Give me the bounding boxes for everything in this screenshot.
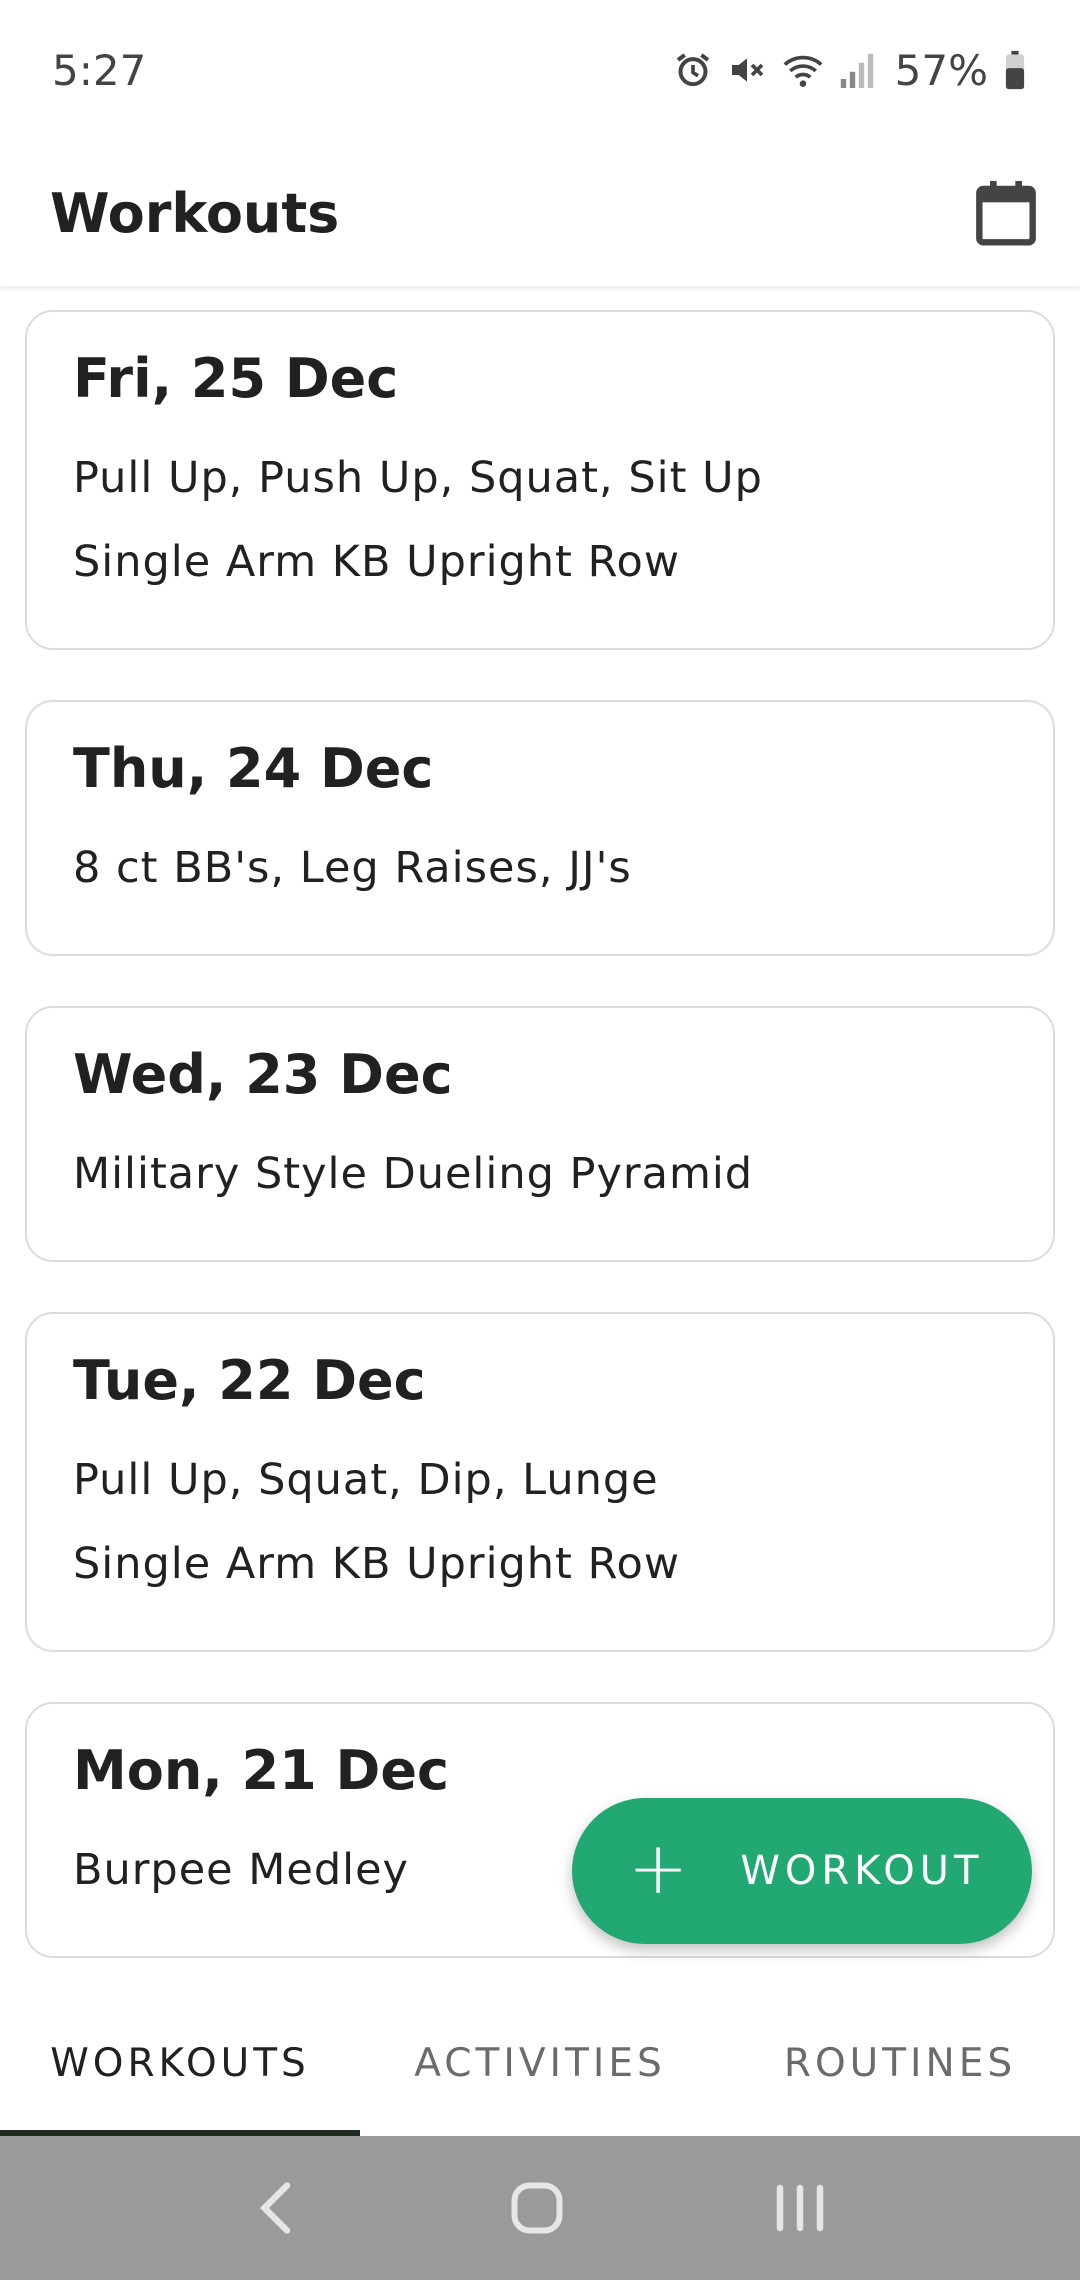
status-icons: 57% [673,46,1028,95]
home-icon[interactable] [507,2178,567,2238]
bottom-tabs: WORKOUTS ACTIVITIES ROUTINES [0,1990,1080,2136]
add-workout-button[interactable]: + WORKOUT [572,1798,1032,1944]
screen: 5:27 57% Workouts Fri, 25 Dec Pull Up, P… [0,0,1080,2280]
workout-exercises: Pull Up, Squat, Dip, Lunge [73,1455,659,1505]
plus-icon: + [628,1826,689,1910]
wifi-icon [781,50,825,90]
alarm-icon [673,50,713,90]
system-nav-bar [0,2136,1080,2280]
workout-date: Tue, 22 Dec [73,1349,426,1412]
battery-icon [1002,50,1028,90]
workout-exercises: Pull Up, Push Up, Squat, Sit Up [73,453,763,503]
recents-icon[interactable] [772,2178,828,2238]
workout-date: Thu, 24 Dec [73,737,434,800]
workout-card[interactable]: Fri, 25 Dec Pull Up, Push Up, Squat, Sit… [25,310,1055,650]
workout-exercises: 8 ct BB's, Leg Raises, JJ's [73,843,632,893]
add-workout-label: WORKOUT [740,1848,984,1894]
tab-routines[interactable]: ROUTINES [720,1990,1080,2136]
status-time: 5:27 [52,45,147,95]
workout-date: Wed, 23 Dec [73,1043,453,1106]
page-title: Workouts [50,181,340,245]
workout-card[interactable]: Thu, 24 Dec 8 ct BB's, Leg Raises, JJ's [25,700,1055,956]
calendar-icon[interactable] [970,177,1042,249]
app-bar: Workouts [0,140,1080,286]
tab-activities[interactable]: ACTIVITIES [360,1990,720,2136]
workout-exercises: Military Style Dueling Pyramid [73,1149,754,1199]
tab-workouts[interactable]: WORKOUTS [0,1990,360,2136]
back-icon[interactable] [252,2178,302,2238]
workout-list[interactable]: Fri, 25 Dec Pull Up, Push Up, Squat, Sit… [0,286,1080,1990]
workout-exercises: Single Arm KB Upright Row [73,537,681,587]
signal-icon [839,50,875,90]
workout-date: Fri, 25 Dec [73,347,399,410]
workout-card[interactable]: Tue, 22 Dec Pull Up, Squat, Dip, Lunge S… [25,1312,1055,1652]
mute-icon [727,50,767,90]
workout-exercises: Single Arm KB Upright Row [73,1539,681,1589]
battery-percent: 57% [894,45,988,95]
workout-card[interactable]: Wed, 23 Dec Military Style Dueling Pyram… [25,1006,1055,1262]
status-bar: 5:27 57% [0,0,1080,140]
workout-date: Mon, 21 Dec [73,1739,449,1802]
